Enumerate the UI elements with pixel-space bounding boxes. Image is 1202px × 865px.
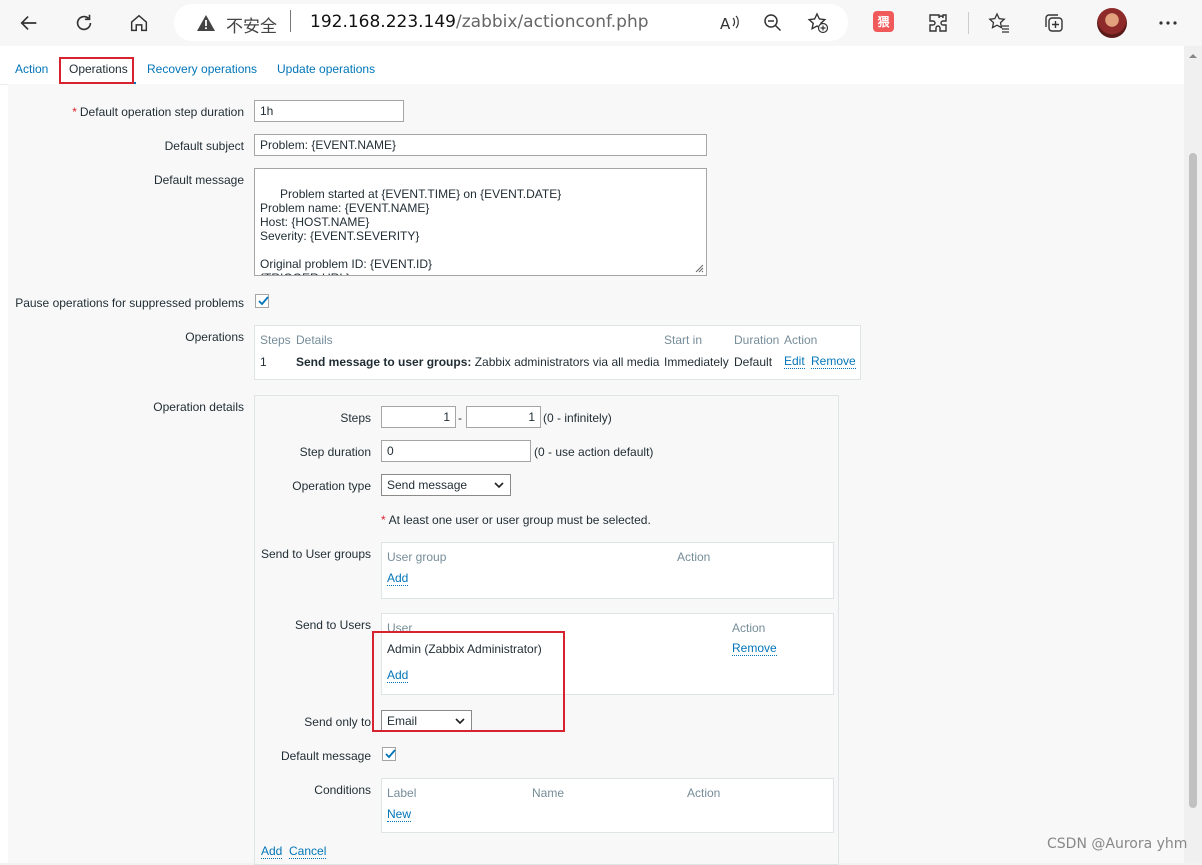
profile-avatar[interactable] — [1097, 8, 1127, 38]
zoom-out-icon[interactable] — [762, 12, 784, 34]
message-textarea[interactable]: Problem started at {EVENT.TIME} on {EVEN… — [254, 168, 707, 276]
op-step-duration-label: Step duration — [299, 445, 371, 459]
subject-label: Default subject — [164, 139, 244, 153]
row-start-in: Immediately — [664, 355, 729, 369]
favorites-icon[interactable] — [986, 10, 1012, 36]
row-details: Send message to user groups: Zabbix admi… — [296, 355, 660, 369]
col-action: Action — [784, 333, 818, 347]
insecure-label: 不安全 — [226, 17, 277, 37]
chevron-down-icon — [494, 482, 504, 489]
tab-operations[interactable]: Operations — [69, 62, 128, 76]
resize-grip-icon[interactable] — [695, 264, 704, 273]
tab-action[interactable]: Action — [15, 62, 48, 76]
url-host: 192.168.223.149 — [310, 12, 457, 32]
user-groups-label: Send to User groups — [260, 547, 371, 561]
col-name: Name — [532, 786, 565, 800]
url-text: 192.168.223.149/zabbix/actionconf.php — [310, 12, 649, 32]
scroll-thumb[interactable] — [1189, 153, 1197, 808]
operations-label: Operations — [185, 330, 244, 344]
conditions-table: Label Name Action New — [381, 778, 834, 833]
steps-hint: (0 - infinitely) — [543, 411, 612, 425]
page-scrollbar[interactable] — [1184, 46, 1202, 863]
col-user: User — [387, 621, 413, 635]
col-duration: Duration — [734, 333, 780, 347]
form-content: * Default operation step duration 1h Defa… — [8, 84, 1184, 865]
toolbar-divider — [968, 12, 969, 34]
message-text: Problem started at {EVENT.TIME} on {EVEN… — [260, 187, 562, 275]
collections-icon[interactable] — [1041, 10, 1067, 36]
col-steps: Steps — [260, 333, 291, 347]
row-duration: Default — [734, 355, 773, 369]
extension-badge-icon[interactable]: 猥 — [873, 11, 894, 32]
op-step-duration-input[interactable]: 0 — [381, 440, 531, 462]
send-only-label: Send only to — [304, 715, 371, 729]
users-label: Send to Users — [294, 618, 371, 632]
add-operation-link[interactable]: Add — [261, 845, 283, 859]
operation-type-value: Send message — [387, 478, 468, 492]
read-aloud-icon[interactable]: A — [718, 12, 740, 34]
browser-toolbar: 不安全 192.168.223.149/zabbix/actionconf.ph… — [0, 0, 1202, 46]
step-duration-input[interactable]: 1h — [254, 100, 404, 122]
row-steps: 1 — [260, 355, 267, 369]
watermark: CSDN @Aurora yhm — [1047, 836, 1188, 852]
users-table: User Action Admin (Zabbix Administrator)… — [381, 613, 834, 695]
subject-input[interactable]: Problem: {EVENT.NAME} — [254, 134, 707, 156]
default-message-checkbox[interactable] — [382, 747, 396, 761]
svg-text:A: A — [720, 15, 731, 33]
steps-from-input[interactable]: 1 — [381, 406, 456, 428]
col-user-group-action: Action — [677, 550, 711, 564]
add-user-link[interactable]: Add — [387, 669, 409, 683]
extensions-icon[interactable] — [925, 10, 951, 36]
edit-operation-link[interactable]: Edit — [784, 355, 805, 369]
pause-checkbox[interactable] — [255, 294, 269, 308]
operations-table: Steps Details Start in Duration Action 1… — [254, 325, 861, 380]
send-only-select[interactable]: Email — [381, 710, 472, 732]
operation-details-panel: Steps 1 - 1 (0 - infinitely) Step durati… — [254, 395, 839, 865]
home-icon[interactable] — [124, 8, 154, 38]
tab-bar: Action Operations Recovery operations Up… — [0, 46, 1184, 85]
new-condition-link[interactable]: New — [387, 808, 412, 822]
user-name: Admin (Zabbix Administrator) — [387, 642, 542, 656]
cancel-operation-link[interactable]: Cancel — [289, 845, 327, 859]
reload-icon[interactable] — [69, 8, 99, 38]
back-icon[interactable] — [14, 8, 44, 38]
step-duration-label: * Default operation step duration — [72, 105, 244, 119]
user-groups-table: User group Action Add — [381, 542, 834, 599]
pause-label: Pause operations for suppressed problems — [15, 296, 244, 310]
tab-recovery-operations[interactable]: Recovery operations — [147, 62, 257, 76]
more-menu-icon[interactable] — [1155, 10, 1181, 36]
col-details: Details — [296, 333, 333, 347]
recipient-warning: * At least one user or user group must be… — [381, 513, 651, 527]
message-label: Default message — [153, 173, 244, 187]
add-favorite-icon[interactable] — [807, 12, 829, 34]
address-bar[interactable]: 不安全 192.168.223.149/zabbix/actionconf.ph… — [174, 4, 848, 41]
tab-update-operations[interactable]: Update operations — [277, 62, 375, 76]
operation-type-label: Operation type — [292, 479, 371, 493]
col-user-group: User group — [387, 550, 447, 564]
send-only-value: Email — [387, 714, 418, 728]
address-separator — [290, 10, 291, 32]
conditions-label: Conditions — [314, 783, 371, 797]
steps-separator: - — [458, 411, 462, 425]
url-path: /zabbix/actionconf.php — [456, 12, 649, 32]
operation-details-label: Operation details — [153, 400, 244, 414]
remove-operation-link[interactable]: Remove — [811, 355, 856, 369]
operation-type-select[interactable]: Send message — [381, 474, 511, 496]
col-condition-action: Action — [687, 786, 721, 800]
steps-to-input[interactable]: 1 — [466, 406, 541, 428]
warning-icon — [197, 15, 215, 31]
op-default-message-label: Default message — [280, 749, 371, 763]
col-start-in: Start in — [664, 333, 703, 347]
add-user-group-link[interactable]: Add — [387, 572, 409, 586]
page: Action Operations Recovery operations Up… — [0, 46, 1184, 865]
steps-label: Steps — [340, 411, 371, 425]
checkmark-icon — [385, 749, 396, 759]
checkmark-icon — [258, 296, 269, 306]
col-label: Label — [387, 786, 417, 800]
chevron-down-icon — [455, 718, 465, 725]
col-user-action: Action — [732, 621, 766, 635]
remove-user-link[interactable]: Remove — [732, 642, 777, 656]
duration-hint: (0 - use action default) — [534, 445, 654, 459]
scroll-up-icon[interactable] — [1184, 50, 1202, 62]
